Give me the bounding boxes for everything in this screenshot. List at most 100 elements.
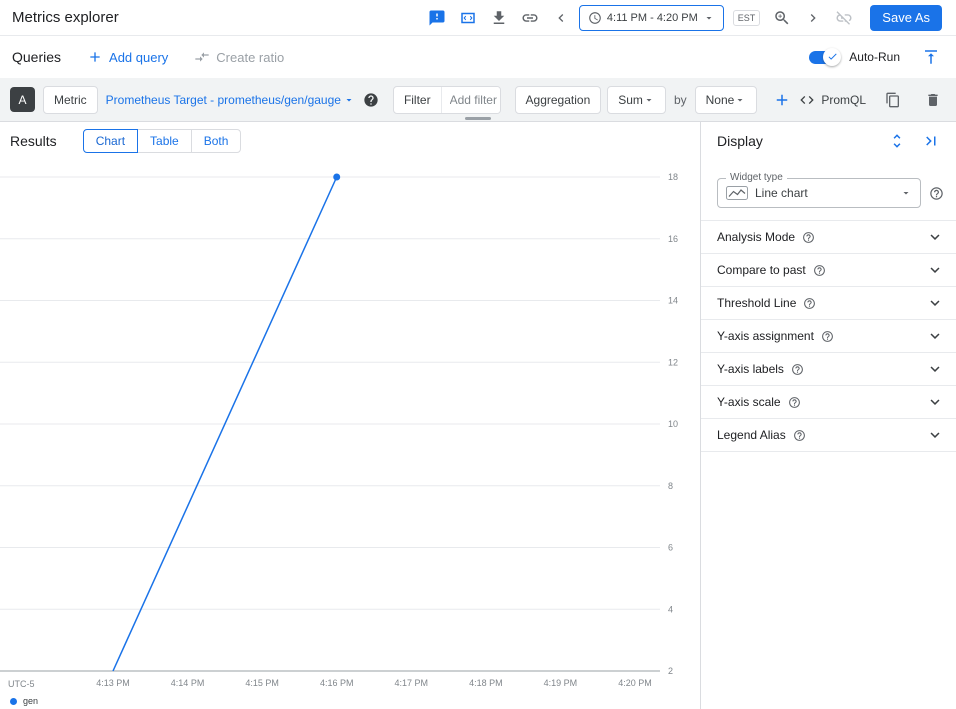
y-axis-tick-label: 6 [668,543,673,553]
metric-help-icon[interactable] [363,92,379,108]
duplicate-query-button[interactable] [880,87,906,113]
section-y-axis-scale[interactable]: Y-axis scale [701,386,956,419]
metric-select[interactable]: Prometheus Target - prometheus/gen/gauge [106,93,355,107]
display-title: Display [717,133,763,149]
chevron-down-icon [926,393,944,411]
results-title: Results [10,133,57,149]
widget-type-row: Widget type Line chart [701,160,956,220]
y-axis-tick-label: 2 [668,666,673,676]
help-icon[interactable] [802,231,815,244]
section-analysis-mode[interactable]: Analysis Mode [701,221,956,254]
download-icon [490,9,508,27]
chart-area: 246810121416184:13 PM4:14 PM4:15 PM4:16 … [0,160,700,709]
section-y-axis-assignment[interactable]: Y-axis assignment [701,320,956,353]
auto-run-label: Auto-Run [849,50,900,64]
promql-button[interactable]: PromQL [799,92,866,108]
aggregation-value: Sum [618,93,643,107]
create-ratio-label: Create ratio [216,50,284,65]
aggregation-select[interactable]: Sum [607,86,666,114]
y-axis-tick-label: 10 [668,419,678,429]
widget-type-help-icon[interactable] [929,186,944,201]
chevron-down-icon [926,360,944,378]
section-label: Compare to past [717,263,806,277]
chevron-down-icon [343,94,355,106]
chevron-down-icon [703,12,715,24]
series-point [333,174,340,181]
time-back-button[interactable] [548,5,574,31]
legend-color-dot [10,698,17,705]
collapse-queries-button[interactable] [918,44,944,70]
compare-arrows-icon [194,49,210,65]
x-axis-tick-label: 4:14 PM [171,678,205,688]
add-aggregation-button[interactable] [773,87,791,113]
share-link-button[interactable] [517,5,543,31]
x-axis-tick-label: 4:15 PM [245,678,279,688]
resize-handle[interactable] [465,117,491,120]
plus-icon [87,49,103,65]
section-compare-to-past[interactable]: Compare to past [701,254,956,287]
query-letter-badge: A [10,87,35,112]
time-forward-button[interactable] [800,5,826,31]
help-icon[interactable] [788,396,801,409]
auto-run-toggle[interactable] [809,51,839,64]
metric-label-chip[interactable]: Metric [43,86,98,114]
help-icon[interactable] [821,330,834,343]
create-ratio-button[interactable]: Create ratio [194,49,284,65]
promql-label: PromQL [821,93,866,107]
content: Results Chart Table Both 246810121416184… [0,122,956,709]
section-label: Y-axis assignment [717,329,814,343]
aggregation-group: Aggregation Sum by None [515,86,758,114]
results-bar: Results Chart Table Both [0,122,700,160]
section-legend-alias[interactable]: Legend Alias [701,419,956,452]
save-as-button[interactable]: Save As [870,5,942,31]
help-icon[interactable] [813,264,826,277]
filter-label: Filter [394,87,442,113]
queries-bar: Queries Add query Create ratio Auto-Run [0,36,956,78]
filter-input[interactable] [442,87,501,113]
aggregation-label-chip[interactable]: Aggregation [515,86,602,114]
help-icon[interactable] [803,297,816,310]
y-axis-tick-label: 14 [668,296,678,306]
x-axis-tick-label: 4:20 PM [618,678,652,688]
section-y-axis-labels[interactable]: Y-axis labels [701,353,956,386]
display-panel-header: Display [701,122,956,160]
delete-query-button[interactable] [920,87,946,113]
chart-legend[interactable]: gen [10,696,38,706]
results-area: Results Chart Table Both 246810121416184… [0,122,700,709]
group-by-value: None [706,93,735,107]
display-sections: Analysis Mode Compare to past Threshold … [701,220,956,452]
line-chart-mini-icon [726,186,748,200]
chevron-down-icon [926,426,944,444]
group-by-select[interactable]: None [695,86,758,114]
help-icon[interactable] [791,363,804,376]
fullscreen-button[interactable] [455,5,481,31]
y-axis-tick-label: 18 [668,172,678,182]
tab-chart[interactable]: Chart [83,129,138,153]
y-axis-tick-label: 4 [668,604,673,614]
check-icon [827,51,838,62]
unlink-zoom-button[interactable] [831,5,857,31]
line-chart-svg[interactable]: 246810121416184:13 PM4:14 PM4:15 PM4:16 … [0,160,700,709]
expand-all-sections-button[interactable] [884,128,910,154]
collapse-panel-button[interactable] [918,128,944,154]
help-icon[interactable] [793,429,806,442]
x-axis-tick-label: 4:17 PM [395,678,429,688]
add-query-button[interactable]: Add query [87,49,168,65]
metric-select-value: Prometheus Target - prometheus/gen/gauge [106,93,341,107]
section-label: Analysis Mode [717,230,795,244]
chevron-left-icon [553,10,569,26]
by-label: by [672,93,689,107]
section-threshold-line[interactable]: Threshold Line [701,287,956,320]
unfold-more-icon [888,132,906,150]
tab-table[interactable]: Table [137,129,192,153]
download-button[interactable] [486,5,512,31]
queries-title: Queries [12,49,61,65]
feedback-button[interactable] [424,5,450,31]
time-range-selector[interactable]: 4:11 PM - 4:20 PM [579,5,724,31]
widget-type-select[interactable]: Widget type Line chart [717,178,921,208]
feedback-icon [428,9,446,27]
results-view-tabs: Chart Table Both [83,129,242,153]
zoom-in-button[interactable] [769,5,795,31]
section-label: Y-axis scale [717,395,781,409]
tab-both[interactable]: Both [191,129,242,153]
